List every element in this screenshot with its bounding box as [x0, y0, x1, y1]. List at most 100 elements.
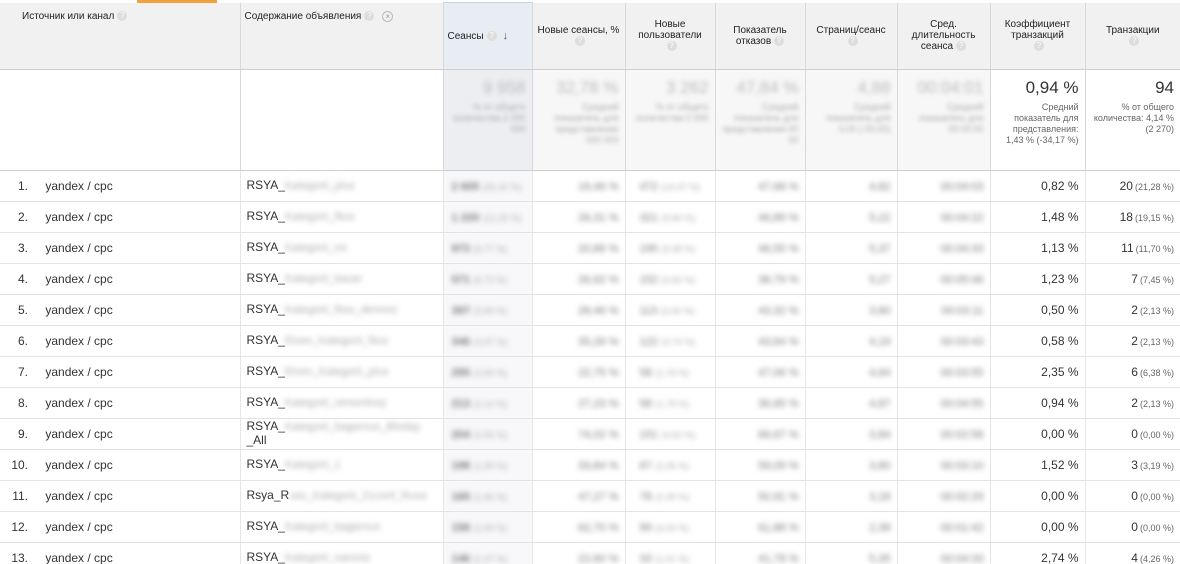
bounce-rate-cell: 38,79 %: [715, 263, 806, 295]
table-row[interactable]: 3. yandex / cpc RSYA_Kategorii_mr 973 (9…: [0, 232, 1180, 264]
source-cell[interactable]: 7. yandex / cpc: [0, 356, 241, 388]
help-icon[interactable]: ?: [486, 31, 497, 42]
ad-content-cell[interactable]: RSYA_Kategorii_bagernus: [240, 511, 444, 543]
col-sessions[interactable]: Сеансы? ↓: [443, 2, 533, 70]
ad-content-cell[interactable]: RSYA_Kategorii_fitus: [240, 201, 444, 233]
source-link[interactable]: yandex / cpc: [45, 334, 112, 348]
source-link[interactable]: yandex / cpc: [45, 520, 112, 534]
ad-content-link[interactable]: RSYA_: [247, 457, 285, 471]
avg-duration-cell: 00:01:42: [897, 511, 991, 543]
help-icon[interactable]: ?: [364, 10, 375, 21]
ad-content-link[interactable]: RSYA_: [247, 519, 285, 533]
col-new-users[interactable]: Новые пользователи?: [625, 2, 716, 70]
col-source[interactable]: Источник или канал?: [0, 2, 241, 70]
source-cell[interactable]: 8. yandex / cpc: [0, 387, 241, 419]
ad-content-link[interactable]: RSYA_: [247, 178, 285, 192]
source-link[interactable]: yandex / cpc: [45, 303, 112, 317]
source-link[interactable]: yandex / cpc: [45, 365, 112, 379]
ad-content-cell[interactable]: RSYA_Kategorii_naroniz: [240, 542, 444, 564]
help-icon[interactable]: ?: [1034, 41, 1044, 52]
source-cell[interactable]: 5. yandex / cpc: [0, 294, 241, 326]
remove-dimension-icon[interactable]: ×: [382, 10, 394, 22]
transactions-cell: 7 (7,45 %): [1085, 263, 1180, 295]
source-link[interactable]: yandex / cpc: [45, 489, 112, 503]
sessions-cell: 1 220 (12,25 %): [443, 201, 533, 233]
source-cell[interactable]: 2. yandex / cpc: [0, 201, 241, 233]
ad-content-link[interactable]: RSYA_: [247, 333, 285, 347]
source-link[interactable]: yandex / cpc: [45, 427, 112, 441]
table-row[interactable]: 8. yandex / cpc RSYA_Kategorii_remontnoy…: [0, 387, 1180, 419]
source-link[interactable]: yandex / cpc: [45, 458, 112, 472]
ad-content-cell[interactable]: RSYA_Kategorii_mr: [240, 232, 444, 264]
conversion-rate-cell: 1,48 %: [990, 201, 1086, 233]
table-row[interactable]: 11. yandex / cpc Rsya_Russ_Kategorii_21c…: [0, 480, 1180, 512]
table-row[interactable]: 6. yandex / cpc RSYA_Elven_Kategorii_fit…: [0, 325, 1180, 357]
table-row[interactable]: 5. yandex / cpc RSYA_Kategorii_fitus_dem…: [0, 294, 1180, 326]
source-cell[interactable]: 4. yandex / cpc: [0, 263, 241, 295]
new-users-cell: 33 (1,01 %): [625, 542, 716, 564]
transactions-cell: 0 (0,00 %): [1085, 480, 1180, 512]
col-pages-per-session[interactable]: Страниц/сеанс?: [805, 2, 898, 70]
ad-content-cell[interactable]: RSYA_Elven_Kategorii_plus: [240, 356, 444, 388]
help-icon[interactable]: ?: [575, 35, 585, 46]
table-row[interactable]: 1. yandex / cpc RSYA_Kategorii_plus 2 60…: [0, 170, 1180, 202]
table-row[interactable]: 4. yandex / cpc RSYA_Kategorii_bauer 571…: [0, 263, 1180, 295]
table-row[interactable]: 7. yandex / cpc RSYA_Elven_Kategorii_plu…: [0, 356, 1180, 388]
source-cell[interactable]: 11. yandex / cpc: [0, 480, 241, 512]
help-icon[interactable]: ?: [956, 41, 967, 52]
source-cell[interactable]: 13. yandex / cpc: [0, 542, 241, 564]
source-link[interactable]: yandex / cpc: [45, 272, 112, 286]
col-bounce-rate[interactable]: Показатель отказов?: [715, 2, 806, 70]
ad-content-cell[interactable]: RSYA_Kategorii_1: [240, 449, 444, 481]
ad-content-link[interactable]: RSYA_: [247, 302, 285, 316]
sessions-cell: 973 (9,77 %): [443, 232, 533, 264]
ad-content-cell[interactable]: RSYA_Kategorii_plus: [240, 170, 444, 202]
source-link[interactable]: yandex / cpc: [45, 241, 112, 255]
transactions-cell: 4 (4,26 %): [1085, 542, 1180, 564]
source-cell[interactable]: 3. yandex / cpc: [0, 232, 241, 264]
bounce-rate-cell: 61,88 %: [715, 511, 806, 543]
help-icon[interactable]: ?: [774, 35, 785, 46]
ad-content-cell[interactable]: RSYA_Kategorii_bagernus_Bloday _All: [240, 418, 444, 450]
source-cell[interactable]: 9. yandex / cpc: [0, 418, 241, 450]
ad-content-link[interactable]: RSYA_: [247, 395, 285, 409]
col-ad-content[interactable]: Содержание объявления? ×: [240, 2, 444, 70]
table-row[interactable]: 12. yandex / cpc RSYA_Kategorii_bagernus…: [0, 511, 1180, 543]
source-link[interactable]: yandex / cpc: [45, 551, 112, 564]
col-transactions[interactable]: Транзакции?: [1085, 2, 1180, 70]
ad-content-link[interactable]: RSYA_: [247, 209, 285, 223]
help-icon[interactable]: ?: [666, 41, 677, 52]
ad-content-link[interactable]: RSYA_: [247, 419, 285, 433]
col-avg-duration[interactable]: Сред. длительность сеанса?: [897, 2, 991, 70]
help-icon[interactable]: ?: [847, 35, 858, 46]
source-cell[interactable]: 10. yandex / cpc: [0, 449, 241, 481]
new-sessions-cell: 26,62 %: [532, 263, 626, 295]
source-link[interactable]: yandex / cpc: [45, 210, 112, 224]
help-icon[interactable]: ?: [117, 10, 128, 21]
row-index: 11.: [12, 488, 28, 503]
ad-content-cell[interactable]: Rsya_Russ_Kategorii_21conf_Rusa: [240, 480, 444, 512]
table-row[interactable]: 10. yandex / cpc RSYA_Kategorii_1 198 (1…: [0, 449, 1180, 481]
ad-content-link[interactable]: RSYA_: [247, 271, 285, 285]
source-cell[interactable]: 12. yandex / cpc: [0, 511, 241, 543]
source-cell[interactable]: 6. yandex / cpc: [0, 325, 241, 357]
ad-content-link[interactable]: RSYA_: [247, 364, 285, 378]
ad-content-link[interactable]: RSYA_: [247, 240, 285, 254]
ad-content-cell[interactable]: RSYA_Kategorii_fitus_demrez: [240, 294, 444, 326]
ad-content-link[interactable]: RSYA_: [247, 550, 285, 564]
col-new-sessions[interactable]: Новые сеансы, %?: [532, 2, 626, 70]
ad-content-cell[interactable]: RSYA_Kategorii_remontnoy: [240, 387, 444, 419]
help-icon[interactable]: ?: [1129, 35, 1140, 46]
source-cell[interactable]: 1. yandex / cpc: [0, 170, 241, 202]
table-row[interactable]: 9. yandex / cpc RSYA_Kategorii_bagernus_…: [0, 418, 1180, 450]
source-link[interactable]: yandex / cpc: [45, 396, 112, 410]
table-row[interactable]: 13. yandex / cpc RSYA_Kategorii_naroniz …: [0, 542, 1180, 564]
col-conversion-rate[interactable]: Коэффициент транзакций?: [990, 2, 1086, 70]
table-row[interactable]: 2. yandex / cpc RSYA_Kategorii_fitus 1 2…: [0, 201, 1180, 233]
source-link[interactable]: yandex / cpc: [45, 179, 112, 193]
ad-content-cell[interactable]: RSYA_Kategorii_bauer: [240, 263, 444, 295]
new-sessions-cell: 20,86 %: [532, 232, 626, 264]
sessions-cell: 158 (1,59 %): [443, 511, 533, 543]
ad-content-cell[interactable]: RSYA_Elven_Kategorii_fitus: [240, 325, 444, 357]
ad-content-link[interactable]: Rsya_R: [247, 488, 290, 502]
